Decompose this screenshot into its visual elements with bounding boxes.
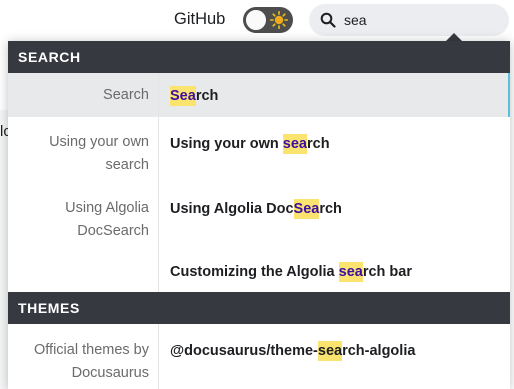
search-input[interactable] <box>344 10 494 30</box>
match-highlight: sea <box>338 262 363 282</box>
search-result[interactable]: Official themes by Docusaurus @docusauru… <box>8 324 510 389</box>
result-title: @docusaurus/theme-search-algolia <box>170 341 416 361</box>
column-divider <box>158 117 159 183</box>
search-result[interactable]: Using Algolia DocSearch Using Algolia Do… <box>8 183 510 251</box>
sun-icon <box>270 11 288 29</box>
section-header-themes: THEMES <box>8 292 510 324</box>
search-results-dropdown: SEARCH Search Search Using your own sear… <box>8 41 510 389</box>
page-background <box>0 110 8 389</box>
match-highlight: sea <box>317 341 343 361</box>
column-divider <box>158 324 159 389</box>
result-title: Customizing the Algolia search bar <box>170 262 413 282</box>
result-title: Using your own search <box>170 134 330 154</box>
match-highlight: sea <box>282 134 307 154</box>
github-link[interactable]: GitHub <box>174 10 225 29</box>
result-category: Using Algolia DocSearch <box>65 200 149 239</box>
match-highlight: Sea <box>293 199 320 219</box>
result-category: Using your own search <box>49 134 149 173</box>
result-title: Using Algolia DocSearch <box>170 199 342 219</box>
search-result[interactable]: Customizing the Algolia search bar <box>8 251 510 292</box>
search-result[interactable]: Using your own search Using your own sea… <box>8 117 510 183</box>
column-divider <box>158 251 159 292</box>
result-category: Official themes by Docusaurus <box>34 342 149 381</box>
section-header-search: SEARCH <box>8 41 510 73</box>
column-divider <box>158 73 159 117</box>
result-category: Search <box>103 87 149 103</box>
toggle-thumb <box>245 9 267 31</box>
search-icon <box>320 12 336 28</box>
theme-toggle[interactable] <box>243 7 293 33</box>
search-result[interactable]: Search Search <box>8 73 510 117</box>
search-bar[interactable] <box>309 4 509 36</box>
result-title: Search <box>170 86 219 106</box>
column-divider <box>158 183 159 251</box>
match-highlight: Sea <box>170 86 196 106</box>
